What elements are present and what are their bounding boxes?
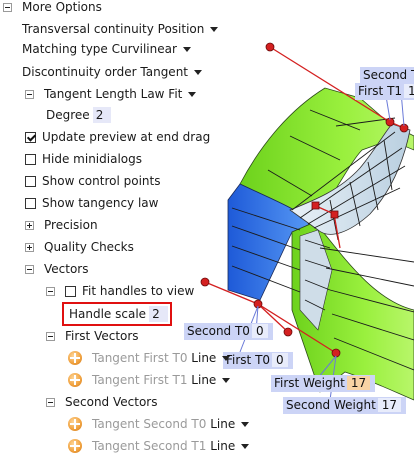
checkbox-icon[interactable] — [25, 175, 36, 187]
collapse-icon[interactable] — [25, 89, 34, 99]
tangent-vector-icon — [68, 439, 82, 453]
expand-icon[interactable] — [25, 242, 34, 252]
tangent-first-t0-dropdown[interactable]: Tangent First T0 Line — [68, 348, 231, 368]
discontinuity-order-dropdown[interactable]: Discontinuity order Tangent — [22, 62, 203, 82]
vectors-node[interactable]: Vectors — [25, 259, 89, 279]
chevron-down-icon — [241, 421, 250, 427]
first-weight-label[interactable]: First Weight 17 — [271, 375, 376, 392]
hide-minidialogs-checkbox[interactable]: Hide minidialogs — [25, 149, 142, 169]
fit-handles-row[interactable]: Fit handles to view — [46, 281, 194, 301]
more-options-label: More Options — [22, 0, 102, 14]
collapse-icon[interactable] — [46, 397, 55, 407]
second-t0-label[interactable]: Second T0 0 — [184, 323, 273, 340]
chevron-down-icon — [182, 46, 191, 52]
chevron-down-icon — [241, 443, 250, 449]
first-vectors-node[interactable]: First Vectors — [46, 326, 139, 346]
collapse-icon[interactable] — [46, 331, 55, 341]
second-vectors-node[interactable]: Second Vectors — [46, 392, 157, 412]
checkbox-icon[interactable] — [65, 285, 76, 297]
degree-value[interactable]: 2 — [92, 107, 112, 123]
tangent-vector-icon — [68, 417, 82, 431]
first-t1-label[interactable]: First T1 1 — [355, 83, 414, 100]
tangent-vector-icon — [68, 351, 82, 365]
chevron-down-icon — [222, 355, 231, 361]
matching-type-dropdown[interactable]: Matching type Curvilinear — [22, 39, 191, 59]
second-weight-label[interactable]: Second Weight 17 — [283, 397, 407, 414]
tangent-length-law-node[interactable]: Tangent Length Law Fit — [25, 84, 197, 104]
tangent-first-t1-dropdown[interactable]: Tangent First T1 Line — [68, 370, 231, 390]
collapse-icon[interactable] — [25, 264, 34, 274]
chevron-down-icon — [210, 26, 219, 32]
expand-icon[interactable] — [25, 220, 34, 230]
tangent-vector-icon — [68, 373, 82, 387]
second-t1-label[interactable]: Second T1 — [360, 67, 414, 84]
first-t0-label[interactable]: First T0 0 — [223, 352, 293, 369]
chevron-down-icon — [188, 91, 197, 97]
checkbox-icon[interactable] — [25, 197, 36, 209]
chevron-down-icon — [222, 377, 231, 383]
handle-scale-value[interactable]: 2 — [149, 306, 168, 322]
show-control-points-checkbox[interactable]: Show control points — [25, 171, 160, 191]
more-options-node[interactable]: More Options — [3, 0, 102, 17]
precision-node[interactable]: Precision — [25, 215, 98, 235]
transversal-continuity-dropdown[interactable]: Transversal continuity Position — [22, 19, 219, 39]
tangent-second-t0-dropdown[interactable]: Tangent Second T0 Line — [68, 414, 250, 434]
checkbox-icon[interactable] — [25, 153, 36, 165]
quality-checks-node[interactable]: Quality Checks — [25, 237, 134, 257]
show-tangency-law-checkbox[interactable]: Show tangency law — [25, 193, 158, 213]
handle-scale-field[interactable]: Handle scale 2 — [69, 304, 168, 324]
chevron-down-icon — [194, 69, 203, 75]
degree-field[interactable]: Degree 2 — [46, 105, 112, 125]
update-preview-checkbox[interactable]: Update preview at end drag — [25, 127, 210, 147]
checkbox-checked-icon[interactable] — [25, 131, 36, 143]
tangent-second-t1-dropdown[interactable]: Tangent Second T1 Line — [68, 436, 250, 456]
collapse-icon[interactable] — [3, 2, 12, 12]
collapse-icon[interactable] — [46, 286, 55, 296]
